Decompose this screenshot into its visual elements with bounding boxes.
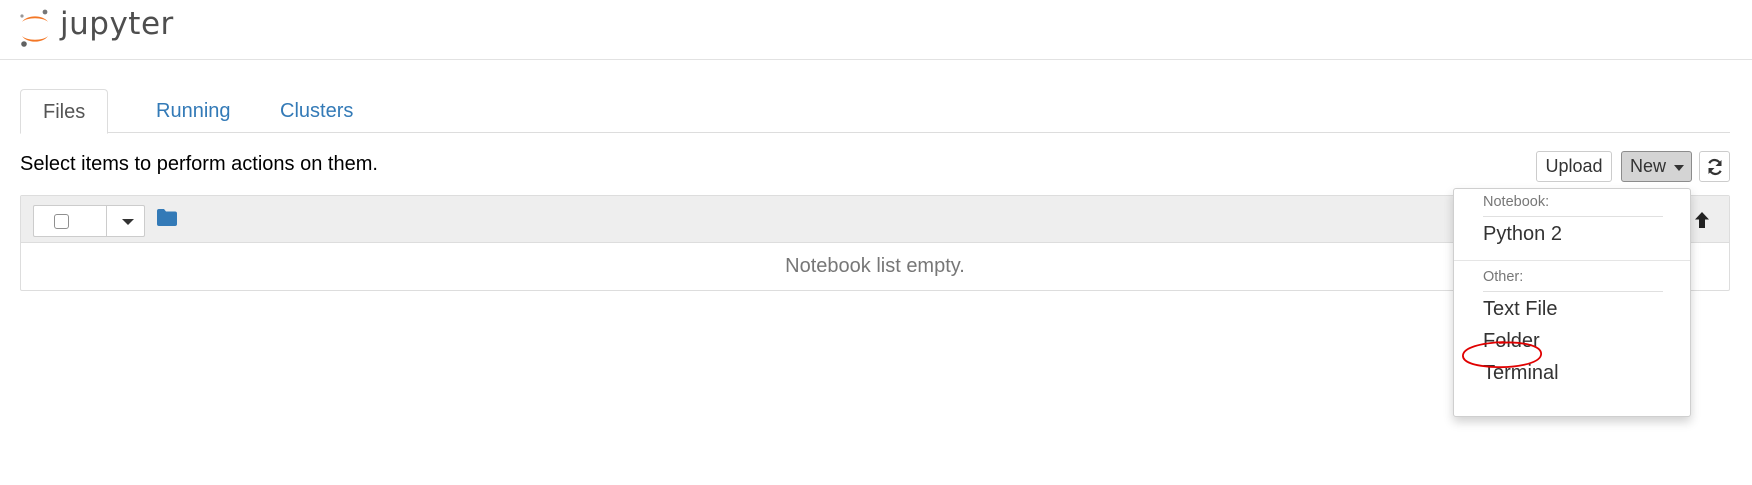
tab-running[interactable]: Running <box>134 89 253 133</box>
jupyter-logo[interactable]: jupyter <box>18 6 198 52</box>
header: jupyter <box>0 0 1752 60</box>
select-all-group <box>33 205 145 237</box>
notebook-section-header: Notebook: <box>1483 194 1550 210</box>
select-divider <box>106 206 107 236</box>
folder-icon[interactable] <box>157 209 177 226</box>
tab-bar: Files Running Clusters <box>20 89 1730 134</box>
jupyter-logo-icon <box>20 9 48 47</box>
logo-text: jupyter <box>60 6 174 42</box>
arrow-up-icon <box>1695 212 1709 228</box>
section-underline <box>1483 216 1663 217</box>
menu-item-python2[interactable]: Python 2 <box>1483 223 1562 246</box>
tab-clusters[interactable]: Clusters <box>258 89 375 133</box>
chevron-down-icon[interactable] <box>122 219 134 225</box>
sort-button[interactable] <box>1687 205 1717 235</box>
new-button-label: New <box>1630 156 1667 176</box>
select-all-checkbox[interactable] <box>54 214 69 229</box>
annotation-circle <box>1462 341 1542 369</box>
refresh-icon <box>1708 158 1722 176</box>
upload-button[interactable]: Upload <box>1536 151 1612 182</box>
new-dropdown-menu: Notebook: Python 2 Other: Text File Fold… <box>1453 188 1691 417</box>
new-button[interactable]: New <box>1621 151 1692 182</box>
tab-files[interactable]: Files <box>20 89 109 134</box>
chevron-down-icon <box>1674 165 1684 171</box>
section-underline <box>1483 291 1663 292</box>
refresh-button[interactable] <box>1699 151 1730 182</box>
other-section-header: Other: <box>1483 269 1524 285</box>
menu-divider <box>1454 260 1690 261</box>
menu-item-text-file[interactable]: Text File <box>1483 298 1557 321</box>
instructions-text: Select items to perform actions on them. <box>20 153 378 175</box>
